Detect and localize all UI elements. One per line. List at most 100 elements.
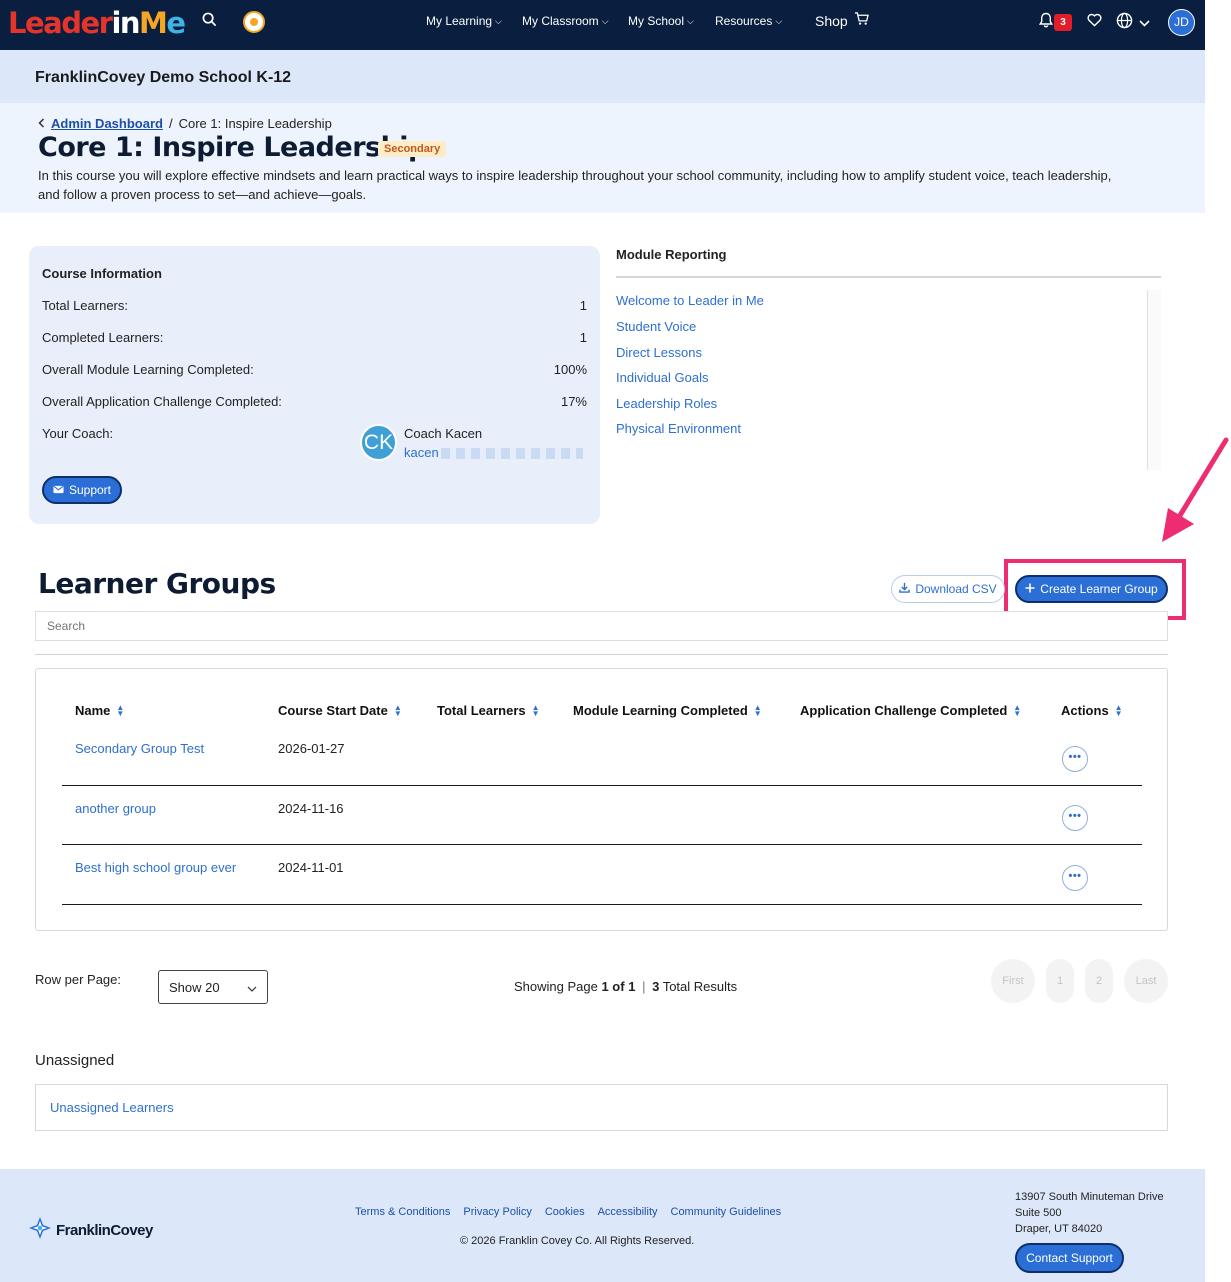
download-csv-button[interactable]: Download CSV — [891, 575, 1005, 603]
heart-icon[interactable] — [1087, 13, 1102, 32]
divider — [35, 654, 1168, 655]
column-header-course-start-date[interactable]: Course Start Date ▲ ▼ — [278, 703, 402, 718]
info-label: Total Learners: — [42, 298, 128, 313]
privacy-link[interactable]: Privacy Policy — [463, 1206, 531, 1218]
shop-link[interactable]: Shop — [815, 12, 869, 29]
more-actions-icon[interactable]: ••• — [1062, 746, 1088, 772]
divider — [616, 276, 1161, 278]
download-icon — [899, 582, 911, 596]
create-learner-group-button[interactable]: Create Learner Group — [1015, 575, 1168, 603]
row-divider — [62, 904, 1142, 905]
franklincovey-star-icon — [28, 1216, 52, 1244]
coach-name: Coach Kacen — [404, 426, 483, 441]
contact-support-button[interactable]: Contact Support — [1015, 1243, 1124, 1273]
logo-text-in: in — [111, 6, 140, 40]
chevron-down-icon: ⌵ — [495, 15, 502, 26]
footer: FranklinCovey Terms & Conditions Privacy… — [0, 1169, 1205, 1282]
support-label: Support — [68, 483, 112, 497]
language-selector[interactable] — [1116, 12, 1150, 34]
breadcrumb-admin-dashboard-link[interactable]: Admin Dashboard — [51, 116, 163, 131]
accessibility-link[interactable]: Accessibility — [598, 1206, 658, 1218]
logo-text-m: M — [139, 6, 168, 40]
franklincovey-logo[interactable]: FranklinCovey — [28, 1216, 153, 1244]
group-name-link[interactable]: another group — [75, 801, 156, 816]
unassigned-panel: Unassigned Learners — [35, 1084, 1168, 1131]
menu-label: My Learning — [426, 14, 493, 28]
column-label: Total Learners — [437, 703, 526, 718]
sort-icon: ▲ ▼ — [753, 702, 762, 718]
school-bar: FranklinCovey Demo School K-12 — [0, 50, 1205, 103]
logo-text-leader: Leader — [8, 6, 113, 40]
column-label: Actions — [1061, 703, 1109, 718]
module-link-welcome[interactable]: Welcome to Leader in Me — [616, 293, 764, 308]
globe-icon — [1116, 12, 1133, 34]
learner-group-search-input[interactable] — [35, 611, 1168, 641]
group-start-date: 2024-11-16 — [278, 801, 344, 816]
sort-icon: ▲ ▼ — [1013, 702, 1022, 718]
cookies-link[interactable]: Cookies — [545, 1206, 585, 1218]
leader-badge-icon[interactable] — [243, 11, 265, 33]
pagination-page-1-button[interactable]: 1 — [1046, 959, 1074, 1003]
summary-separator: | — [642, 979, 646, 994]
showing-prefix: Showing Page — [514, 979, 598, 994]
bell-icon[interactable] — [1038, 12, 1054, 33]
column-header-total-learners[interactable]: Total Learners ▲ ▼ — [437, 703, 540, 718]
menu-my-classroom[interactable]: My Classroom ⌵ — [522, 14, 609, 28]
rows-per-page-value: Show 20 — [169, 979, 220, 995]
module-link-leadership-roles[interactable]: Leadership Roles — [616, 396, 717, 411]
column-header-actions[interactable]: Actions ▲ ▼ — [1061, 703, 1123, 718]
course-description: In this course you will explore effectiv… — [38, 168, 1112, 202]
info-row-module-learning: Overall Module Learning Completed: 100% — [42, 362, 587, 377]
sort-icon: ▲ ▼ — [1114, 702, 1123, 718]
terms-link[interactable]: Terms & Conditions — [355, 1206, 450, 1218]
sort-icon: ▲ ▼ — [531, 702, 540, 718]
address-line: Suite 500 — [1015, 1207, 1062, 1219]
coach-email-link[interactable]: kacen — [404, 445, 583, 460]
pagination-last-button[interactable]: Last — [1124, 959, 1168, 1003]
module-reporting-heading: Module Reporting — [616, 247, 727, 262]
redacted-email — [440, 448, 583, 460]
info-row-completed-learners: Completed Learners: 1 — [42, 330, 587, 345]
menu-resources[interactable]: Resources ⌵ — [715, 14, 782, 28]
pagination-page-2-button[interactable]: 2 — [1085, 959, 1113, 1003]
group-name-link[interactable]: Secondary Group Test — [75, 741, 204, 756]
group-start-date: 2024-11-01 — [278, 860, 344, 875]
coach-email-text: kacen — [404, 445, 439, 460]
group-name-link[interactable]: Best high school group ever — [75, 860, 236, 875]
module-link-physical-environment[interactable]: Physical Environment — [616, 421, 741, 436]
rows-per-page-select[interactable]: Show 20 — [158, 970, 268, 1004]
menu-my-school[interactable]: My School ⌵ — [628, 14, 694, 28]
unassigned-learners-link[interactable]: Unassigned Learners — [50, 1100, 174, 1115]
level-badge: Secondary — [378, 141, 447, 157]
pagination-first-button[interactable]: First — [991, 959, 1035, 1003]
copyright: © 2026 Franklin Covey Co. All Rights Res… — [460, 1235, 695, 1247]
column-header-application-challenge[interactable]: Application Challenge Completed ▲ ▼ — [800, 703, 1021, 718]
sort-icon: ▲ ▼ — [393, 702, 402, 718]
sort-icon: ▲ ▼ — [116, 702, 125, 718]
group-start-date: 2026-01-27 — [278, 741, 345, 756]
address: 13907 South Minuteman Drive Suite 500 Dr… — [1015, 1189, 1164, 1237]
page-title: Core 1: Inspire Leadership — [38, 132, 427, 163]
module-link-direct-lessons[interactable]: Direct Lessons — [616, 345, 702, 360]
learner-groups-table: Name ▲ ▼ Course Start Date ▲ ▼ Total Learner… — [35, 668, 1168, 931]
user-avatar[interactable]: JD — [1168, 9, 1195, 36]
menu-my-learning[interactable]: My Learning ⌵ — [426, 14, 502, 28]
course-information-heading: Course Information — [42, 266, 162, 281]
learner-groups-heading: Learner Groups — [38, 567, 276, 600]
column-header-module-learning[interactable]: Module Learning Completed ▲ ▼ — [573, 703, 762, 718]
course-header: Admin Dashboard / Core 1: Inspire Leader… — [0, 103, 1205, 213]
info-value: 100% — [553, 362, 587, 377]
top-navigation: LeaderinMe My Learning ⌵ My Classroom ⌵ My… — [0, 0, 1205, 50]
breadcrumb-separator: / — [168, 116, 173, 131]
page-of: 1 of 1 — [601, 979, 636, 994]
module-link-individual-goals[interactable]: Individual Goals — [616, 370, 709, 385]
support-button[interactable]: Support — [42, 476, 122, 504]
column-header-name[interactable]: Name ▲ ▼ — [75, 703, 124, 718]
more-actions-icon[interactable]: ••• — [1062, 865, 1088, 891]
community-guidelines-link[interactable]: Community Guidelines — [671, 1206, 782, 1218]
leader-in-me-logo[interactable]: LeaderinMe — [8, 6, 186, 40]
more-actions-icon[interactable]: ••• — [1062, 805, 1088, 831]
module-link-student-voice[interactable]: Student Voice — [616, 319, 696, 334]
column-label: Application Challenge Completed — [800, 703, 1008, 718]
search-icon[interactable] — [202, 12, 217, 32]
